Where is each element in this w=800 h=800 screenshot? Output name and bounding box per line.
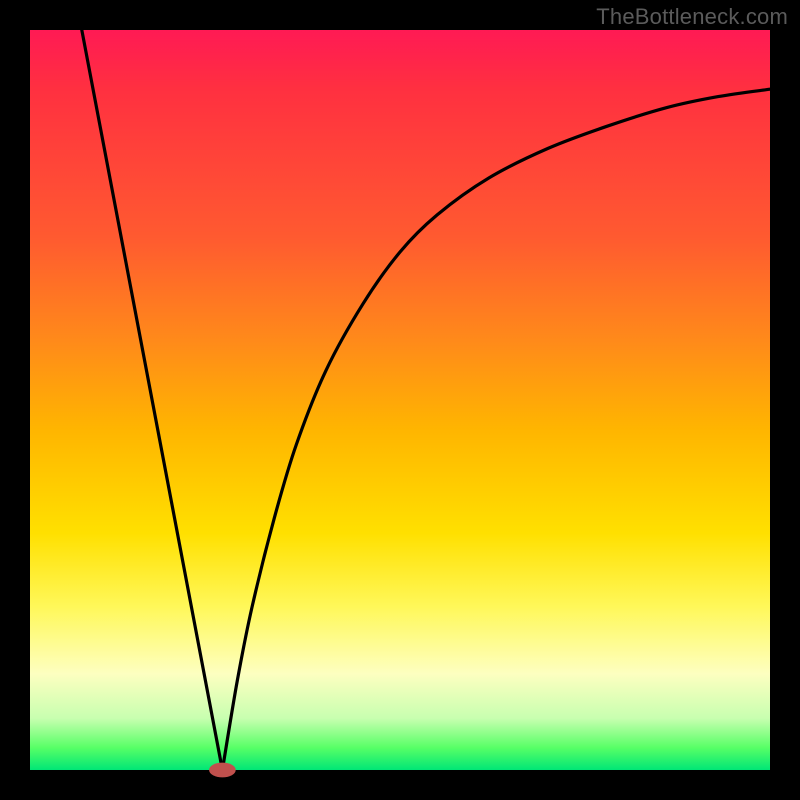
- plot-area: [30, 30, 770, 770]
- watermark-text: TheBottleneck.com: [596, 4, 788, 30]
- bottleneck-curve: [30, 30, 770, 770]
- curve-left-branch: [82, 30, 223, 770]
- optimal-point-marker: [209, 763, 236, 778]
- curve-right-branch: [222, 89, 770, 770]
- chart-frame: TheBottleneck.com: [0, 0, 800, 800]
